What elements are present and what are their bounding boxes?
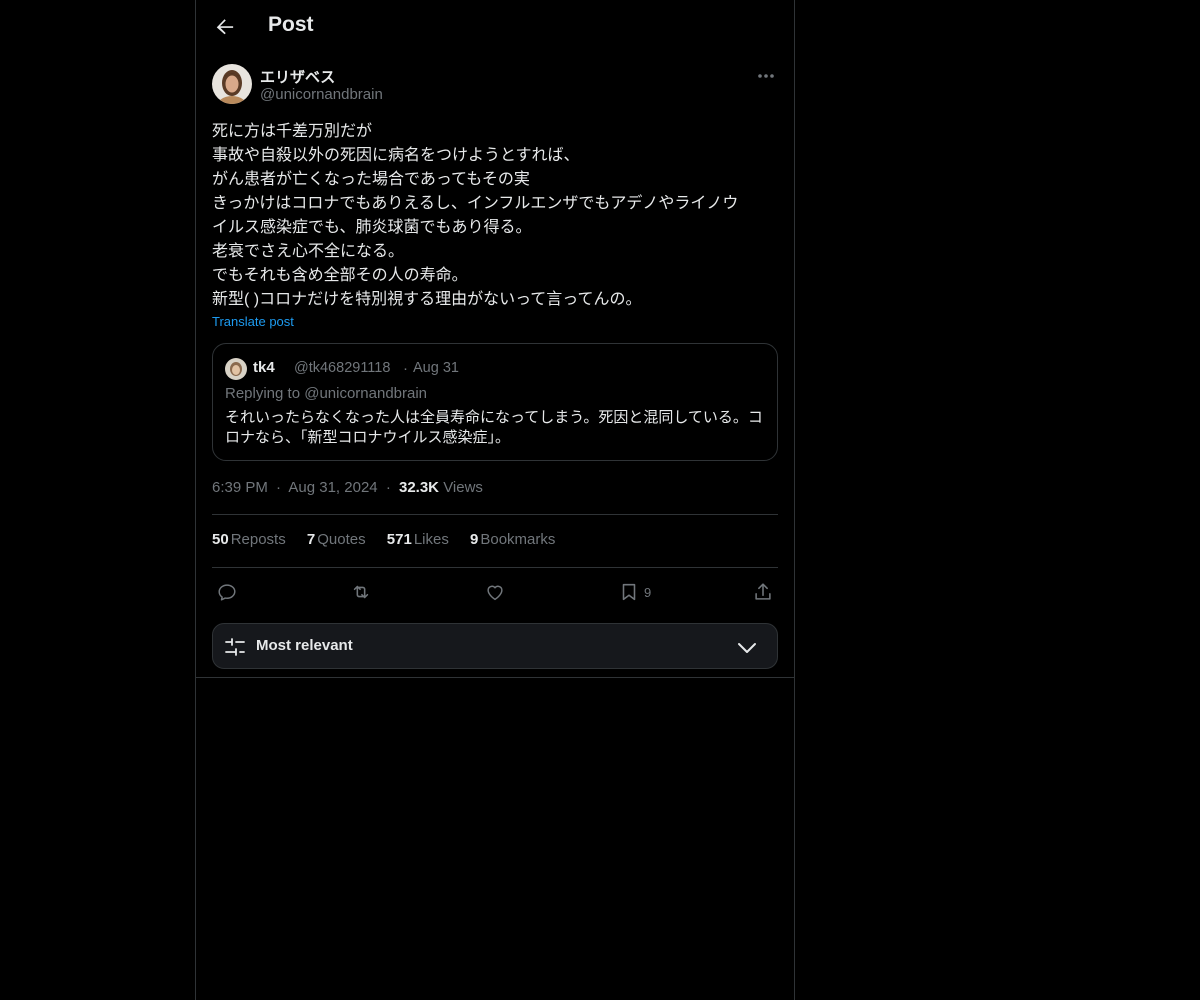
quoted-post-header: tk4 @tk468291118 · Aug 31 bbox=[225, 357, 765, 381]
bookmark-icon bbox=[622, 583, 636, 601]
post-author: エリザベス @unicornandbrain bbox=[212, 64, 778, 108]
user-handle[interactable]: @unicornandbrain bbox=[260, 86, 383, 103]
post-text-line: 老衰でさえ心不全になる。 bbox=[212, 243, 405, 260]
post-date[interactable]: Aug 31, 2024 bbox=[288, 479, 377, 496]
avatar[interactable] bbox=[212, 64, 252, 104]
separator-dot: · bbox=[276, 479, 282, 496]
views-label: Views bbox=[443, 479, 483, 496]
post-text-line: 新型( )コロナだけを特別視する理由がないって言ってんの。 bbox=[212, 291, 642, 308]
stat-label: Reposts bbox=[230, 531, 286, 548]
heart-icon bbox=[487, 585, 503, 601]
arrow-left-icon bbox=[216, 19, 234, 35]
stat-count: 9 bbox=[470, 531, 479, 548]
back-button[interactable] bbox=[212, 14, 238, 40]
chevron-down-icon bbox=[738, 643, 756, 653]
quoted-post[interactable]: tk4 @tk468291118 · Aug 31 Replying to @u… bbox=[212, 343, 778, 461]
reply-icon bbox=[218, 584, 236, 601]
share-icon bbox=[755, 583, 771, 600]
post-text-line: 事故や自殺以外の死因に病名をつけようとすれば、 bbox=[212, 147, 580, 164]
translate-post-link[interactable]: Translate post bbox=[212, 314, 294, 329]
stat-label: Quotes bbox=[317, 531, 366, 548]
stat-count: 7 bbox=[306, 531, 316, 548]
post-time[interactable]: 6:39 PM bbox=[212, 479, 268, 496]
quoted-post-text: それいったらなくなった人は全員寿命になってしまう。死因と混同している。コロナなら… bbox=[225, 409, 763, 446]
post-meta: 6:39 PM · Aug 31, 2024 · 32.3K Views bbox=[212, 479, 483, 496]
quoted-post-date: Aug 31 bbox=[413, 360, 459, 376]
sort-replies-dropdown[interactable]: Most relevant bbox=[212, 623, 778, 669]
replying-to-label: Replying to @unicornandbrain bbox=[225, 385, 428, 402]
repost-icon bbox=[353, 585, 369, 599]
sort-label: Most relevant bbox=[256, 637, 353, 654]
post-text-line: でもそれも含め全部その人の寿命。 bbox=[212, 267, 468, 284]
post-text-line: イルス感染症でも、肺炎球菌でもあり得る。 bbox=[212, 219, 532, 236]
post-text-line: 死に方は千差万別だが bbox=[212, 123, 373, 140]
repost-button[interactable] bbox=[350, 578, 372, 606]
divider bbox=[212, 567, 778, 568]
display-name[interactable]: エリザベス bbox=[260, 66, 335, 87]
reposts-stat[interactable]: 50 Reposts bbox=[212, 531, 286, 548]
post-column: Post エリザベス @unicornandbrain 死に方は千差万別だが 事… bbox=[195, 0, 795, 1000]
post-text: 死に方は千差万別だが 事故や自殺以外の死因に病名をつけようとすれば、 がん患者が… bbox=[212, 120, 778, 312]
bookmark-count: 9 bbox=[644, 584, 652, 600]
like-button[interactable] bbox=[484, 578, 506, 606]
divider bbox=[196, 677, 794, 678]
user-avatar-icon bbox=[212, 64, 252, 104]
separator-dot: · bbox=[385, 479, 391, 496]
quoted-avatar bbox=[225, 358, 247, 380]
sliders-icon bbox=[225, 638, 245, 656]
separator-dot: · bbox=[403, 360, 408, 377]
page-title: Post bbox=[268, 13, 314, 36]
stat-count: 571 bbox=[386, 531, 412, 548]
action-bar: 9 bbox=[212, 578, 778, 606]
page-header: Post bbox=[196, 0, 794, 54]
post-stats: 50 Reposts 7 Quotes 571 Likes 9 Bookmarks bbox=[212, 531, 572, 548]
stat-label: Bookmarks bbox=[480, 531, 556, 548]
views-count: 32.3K bbox=[398, 479, 440, 496]
quotes-stat[interactable]: 7 Quotes bbox=[307, 531, 366, 548]
divider bbox=[212, 514, 778, 515]
reply-button[interactable] bbox=[216, 578, 238, 606]
quoted-display-name: tk4 bbox=[253, 359, 275, 376]
bookmark-button[interactable]: 9 bbox=[618, 578, 651, 606]
more-options-button[interactable] bbox=[756, 66, 778, 84]
stat-label: Likes bbox=[413, 531, 449, 548]
share-button[interactable] bbox=[752, 578, 774, 606]
stat-count: 50 bbox=[212, 531, 229, 548]
post-text-line: がん患者が亡くなった場合であってもその実 bbox=[212, 171, 530, 188]
more-dots-icon bbox=[758, 74, 774, 78]
quoted-user-handle: @tk468291118 bbox=[294, 360, 391, 376]
user-avatar-icon bbox=[225, 358, 247, 380]
likes-stat[interactable]: 571 Likes bbox=[387, 531, 449, 548]
post-text-line: きっかけはコロナでもありえるし、インフルエンザでもアデノやライノウ bbox=[212, 195, 739, 212]
bookmarks-stat[interactable]: 9 Bookmarks bbox=[470, 531, 555, 548]
